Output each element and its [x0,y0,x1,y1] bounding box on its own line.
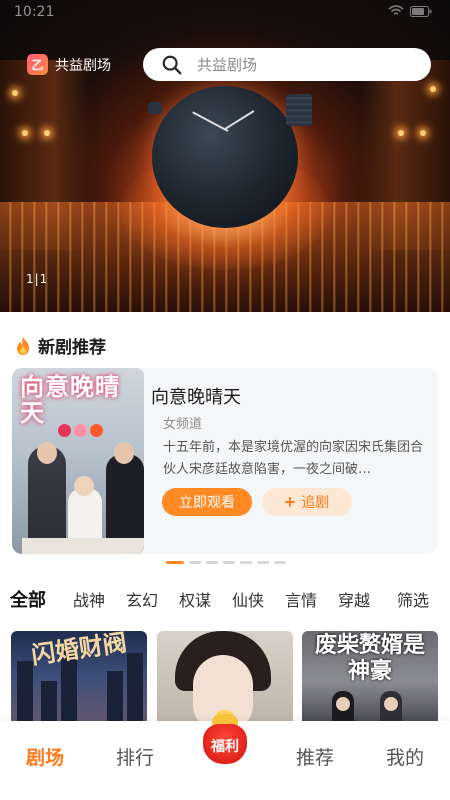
tab-war-god[interactable]: 战神 [73,587,105,611]
search-input[interactable]: 共益剧场 [143,48,431,81]
plus-icon: + [284,492,296,512]
battery-icon [410,5,432,20]
follow-drama-button[interactable]: + 追剧 [262,488,352,516]
hero-light [398,130,404,136]
nav-welfare-label: 福利 [211,739,239,755]
carousel-dot [274,561,286,564]
tab-strategy[interactable]: 权谋 [179,587,211,611]
nav-welfare[interactable]: 福利 [199,710,251,768]
drama-description: 十五年前，本是家境优渥的向家因宋氏集团合伙人宋彦廷故意陷害，一夜之间破… [163,440,424,477]
drama-poster[interactable]: 向意晚晴天 [12,368,144,554]
search-icon [162,55,182,74]
heart-icon [58,424,71,437]
poster-title: 向意晚晴天 [20,373,120,427]
nav-recommend[interactable]: 推荐 [296,743,334,770]
hero-light [44,130,50,136]
hero-light [22,130,28,136]
flame-icon [17,336,29,355]
app-brand: 乙 共益剧场 [27,54,111,75]
section-header: 新剧推荐 [14,333,106,358]
hero-light [420,130,426,136]
app-name: 共益剧场 [55,57,111,74]
tab-romance[interactable]: 言情 [285,587,317,611]
carousel-dot [223,561,235,564]
tab-fantasy[interactable]: 玄幻 [126,587,158,611]
category-tabs: 全部 战神 玄幻 权谋 仙侠 言情 穿越 筛选 [10,587,440,613]
carousel-dot [240,561,252,564]
status-icons [388,5,432,20]
drama-poster[interactable]: 废柴赘婿是神豪 [302,631,438,731]
hero-light [430,86,436,92]
carousel-dot [166,561,184,564]
nav-ranking[interactable]: 排行 [116,743,154,770]
drama-title[interactable]: 向意晚晴天 [151,383,241,409]
carousel-dot [189,561,201,564]
hero-banner[interactable]: 1|1 [0,0,450,312]
poster-title: 闪婚财阀 [29,631,129,670]
follow-label: 追剧 [301,494,330,510]
tab-time-travel[interactable]: 穿越 [338,587,370,611]
heart-icon [90,424,103,437]
app-logo-icon: 乙 [27,54,48,75]
poster-title: 废柴赘婿是神豪 [314,633,425,684]
status-time: 10:21 [14,4,55,20]
nav-mine[interactable]: 我的 [386,743,424,770]
carousel-indicator [166,561,286,564]
status-bar: 10:21 [0,0,450,30]
nav-theater[interactable]: 剧场 [26,743,64,770]
heart-icon [74,424,87,437]
tab-xianxia[interactable]: 仙侠 [232,587,264,611]
drama-poster[interactable]: 闪婚财阀 [11,631,147,731]
search-placeholder: 共益剧场 [197,56,258,74]
watch-now-button[interactable]: 立即观看 [162,488,252,516]
tab-all[interactable]: 全部 [10,586,46,612]
drama-channel: 女频道 [163,417,203,432]
carousel-dot [206,561,218,564]
hero-clock-image [148,86,312,228]
wifi-icon [388,5,404,20]
section-title: 新剧推荐 [38,338,106,358]
tab-filter[interactable]: 筛选 [397,587,429,611]
carousel-dot [257,561,269,564]
hero-light [12,90,18,96]
hero-page-counter: 1|1 [26,272,49,286]
